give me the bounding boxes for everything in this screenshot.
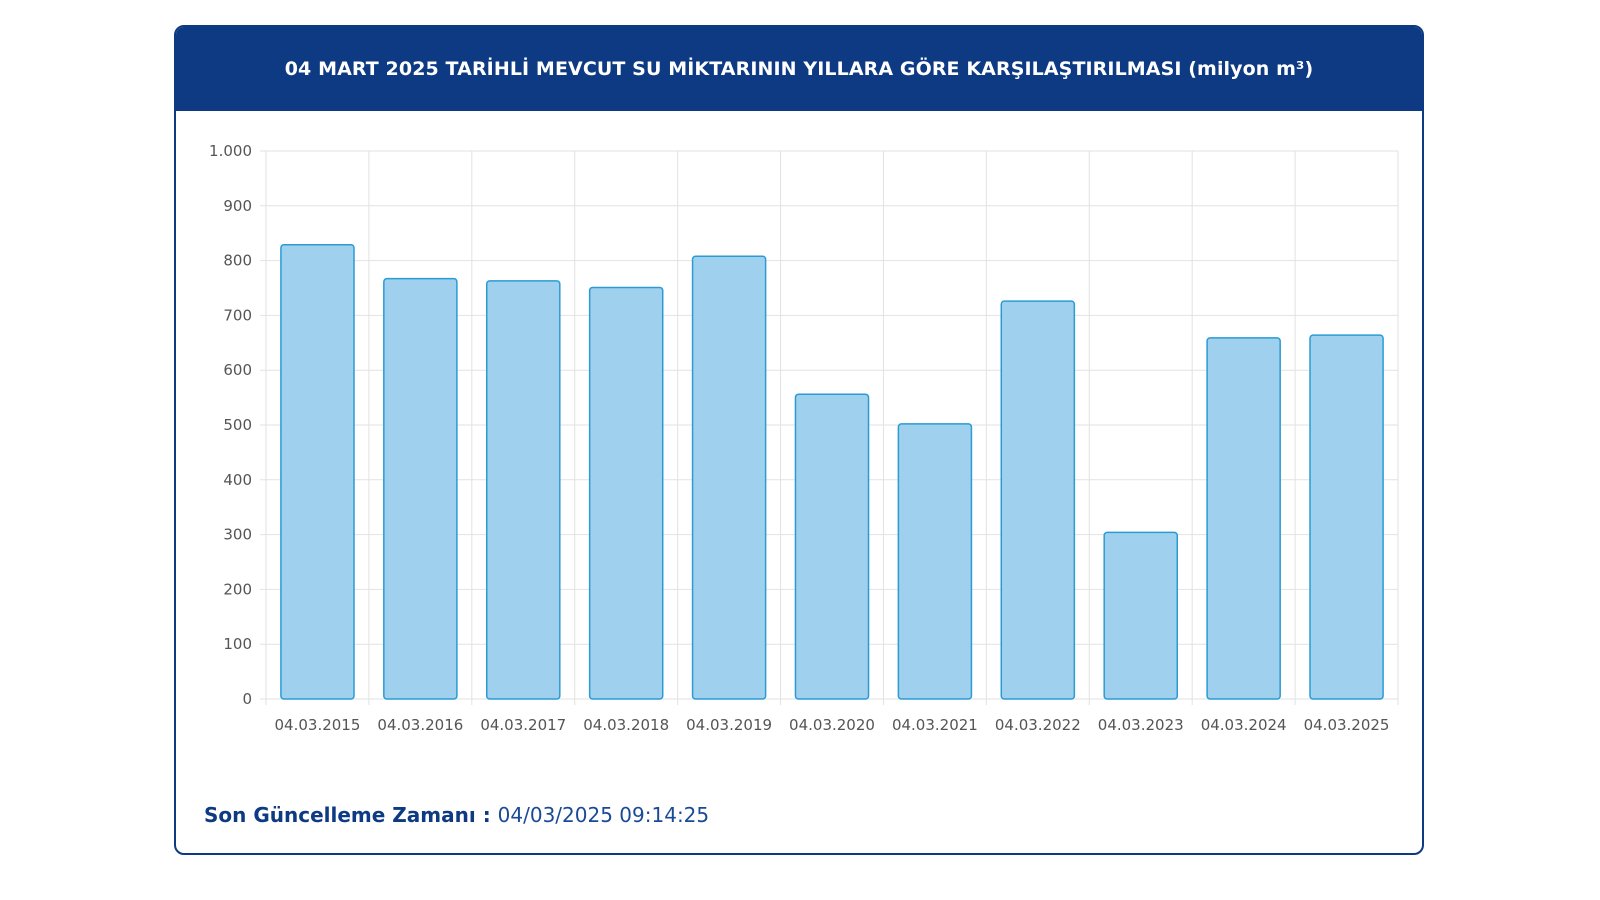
x-tick-label: 04.03.2019 — [686, 716, 772, 734]
x-tick-label: 04.03.2015 — [275, 716, 361, 734]
y-tick-label: 900 — [223, 197, 252, 215]
y-tick-label: 300 — [223, 526, 252, 544]
y-tick-label: 800 — [223, 252, 252, 270]
bar-04.03.2019[interactable] — [691, 255, 767, 700]
bar-04.03.2022[interactable] — [1000, 300, 1076, 700]
bar-04.03.2023[interactable] — [1103, 531, 1179, 700]
chart-card: 04 MART 2025 TARİHLİ MEVCUT SU MİKTARINI… — [174, 25, 1424, 855]
last-update-value: 04/03/2025 09:14:25 — [497, 803, 710, 827]
y-tick-label: 400 — [223, 471, 252, 489]
bar-04.03.2015[interactable] — [280, 243, 355, 700]
bars — [280, 243, 1384, 700]
y-axis-ticks: 0 100 200 300 400 500 600 700 800 900 1.000 — [209, 142, 252, 708]
bar-04.03.2018[interactable] — [588, 286, 664, 700]
x-tick-label: 04.03.2025 — [1304, 716, 1390, 734]
last-update-label: Son Güncelleme Zamanı — [204, 803, 476, 827]
last-update: Son Güncelleme Zamanı : 04/03/2025 09:14… — [204, 803, 709, 827]
x-axis-ticks: 04.03.2015 04.03.2016 04.03.2017 04.03.2018… — [275, 716, 1390, 734]
x-tick-label: 04.03.2018 — [583, 716, 669, 734]
y-tick-label: 100 — [223, 635, 252, 653]
y-tick-label: 0 — [242, 690, 252, 708]
bar-04.03.2021[interactable] — [897, 423, 973, 700]
x-tick-label: 04.03.2021 — [892, 716, 978, 734]
x-tick-label: 04.03.2017 — [480, 716, 566, 734]
bar-04.03.2024[interactable] — [1206, 337, 1281, 700]
bar-chart: 0 100 200 300 400 500 600 700 800 900 1.000 04.03.… — [209, 142, 1399, 734]
x-tick-label: 04.03.2023 — [1098, 716, 1184, 734]
x-tick-label: 04.03.2016 — [377, 716, 463, 734]
x-tick-label: 04.03.2022 — [995, 716, 1081, 734]
bar-04.03.2016[interactable] — [383, 277, 458, 700]
x-tick-label: 04.03.2024 — [1201, 716, 1287, 734]
y-tick-label: 700 — [223, 306, 252, 324]
last-update-separator: : — [475, 803, 498, 827]
bar-04.03.2017[interactable] — [485, 280, 561, 700]
y-tick-label: 1.000 — [209, 142, 252, 160]
bar-04.03.2020[interactable] — [794, 393, 870, 700]
y-tick-label: 200 — [223, 580, 252, 598]
x-tick-label: 04.03.2020 — [789, 716, 875, 734]
y-tick-label: 500 — [223, 416, 252, 434]
y-tick-label: 600 — [223, 361, 252, 379]
bar-04.03.2025[interactable] — [1309, 334, 1384, 700]
